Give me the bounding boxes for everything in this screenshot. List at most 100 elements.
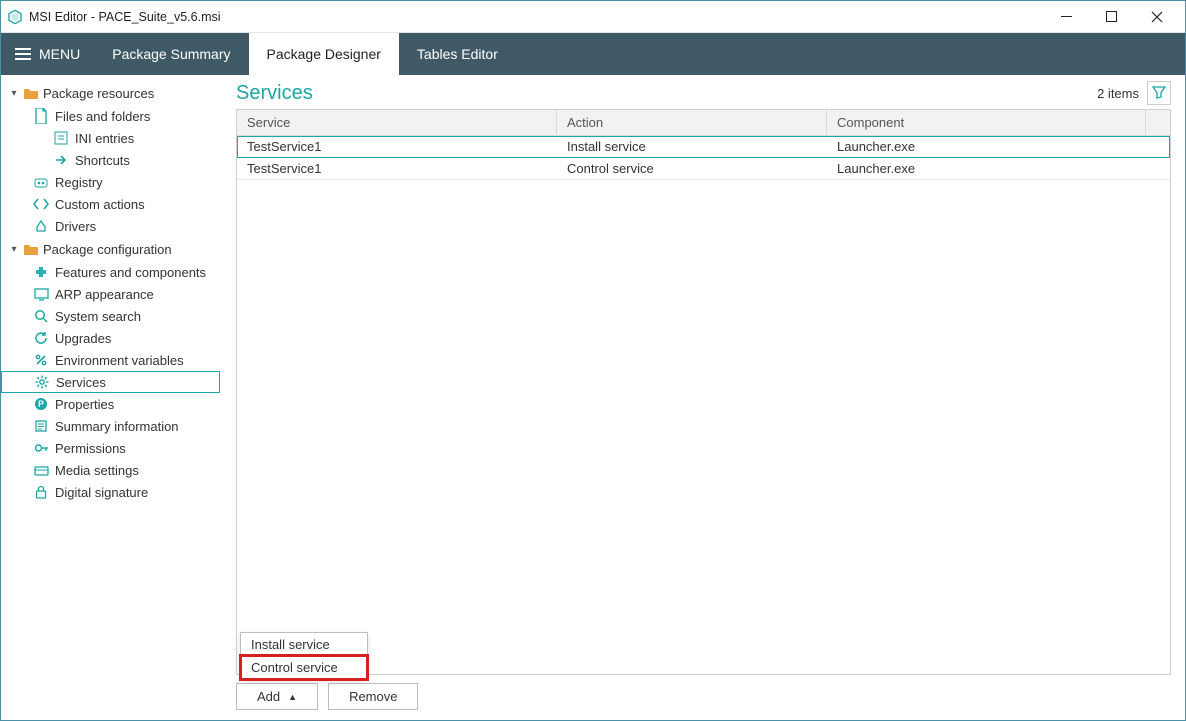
code-icon [33,196,49,212]
cell-service: TestService1 [237,158,557,179]
menu-label: MENU [39,46,80,62]
minimize-button[interactable] [1044,2,1089,32]
filter-icon [1152,85,1166,102]
sidebar-item-label: Digital signature [55,485,148,500]
menu-item-control-service[interactable]: Control service [241,656,367,679]
sidebar-item-label: Properties [55,397,114,412]
add-popup-menu: Install service Control service [240,632,368,680]
remove-button-label: Remove [349,689,397,704]
sidebar-section-header[interactable]: ▾ Package resources [1,81,226,105]
search-icon [33,308,49,324]
percent-icon [33,352,49,368]
tab-package-summary[interactable]: Package Summary [94,33,248,75]
sidebar-item-permissions[interactable]: Permissions [1,437,226,459]
grid-body[interactable]: TestService1 Install service Launcher.ex… [237,136,1170,674]
sidebar-item-media[interactable]: Media settings [1,459,226,481]
hamburger-icon [15,46,31,62]
filter-button[interactable] [1147,81,1171,105]
cell-service: TestService1 [237,136,557,157]
sidebar-item-label: Custom actions [55,197,145,212]
services-grid: Service Action Component TestService1 In… [236,109,1171,675]
add-button[interactable]: Add ▲ [236,683,318,710]
menu-item-install-service[interactable]: Install service [241,633,367,656]
chevron-down-icon: ▾ [9,88,19,99]
sidebar-item-env-vars[interactable]: Environment variables [1,349,226,371]
folder-icon [23,85,39,101]
sidebar-item-summary[interactable]: Summary information [1,415,226,437]
table-row[interactable]: TestService1 Install service Launcher.ex… [237,136,1170,158]
sidebar-item-label: Shortcuts [75,153,130,168]
gear-icon [34,374,50,390]
shortcut-icon [53,152,69,168]
file-icon [33,108,49,124]
folder-icon [23,241,39,257]
page-title: Services [236,82,313,105]
sidebar-section-label: Package resources [43,86,154,101]
maximize-button[interactable] [1089,2,1134,32]
key-icon [33,440,49,456]
sidebar-item-registry[interactable]: Registry [1,171,226,193]
column-header-action[interactable]: Action [557,110,827,135]
puzzle-icon [33,264,49,280]
main-header: Services 2 items [236,81,1171,105]
main-panel: Services 2 items Service Action Componen… [226,75,1185,720]
lock-icon [33,484,49,500]
close-button[interactable] [1134,2,1179,32]
grid-header: Service Action Component [237,110,1170,136]
titlebar: MSI Editor - PACE_Suite_v5.6.msi [1,1,1185,33]
column-header-component[interactable]: Component [827,110,1146,135]
prop-icon: P [33,396,49,412]
sidebar-item-label: Registry [55,175,103,190]
sidebar-item-features[interactable]: Features and components [1,261,226,283]
sidebar-item-label: INI entries [75,131,134,146]
sidebar-item-drivers[interactable]: Drivers [1,215,226,237]
body: ▾ Package resources Files and folders IN… [1,75,1185,720]
driver-icon [33,218,49,234]
cell-component: Launcher.exe [827,158,1146,179]
sidebar-item-arp[interactable]: ARP appearance [1,283,226,305]
sidebar-item-label: ARP appearance [55,287,154,302]
svg-text:P: P [38,399,44,409]
sidebar-item-services[interactable]: Services [1,371,220,393]
column-header-service[interactable]: Service [237,110,557,135]
sidebar-item-label: Services [56,375,106,390]
sidebar-item-files[interactable]: Files and folders [1,105,226,127]
sidebar-item-shortcuts[interactable]: Shortcuts [1,149,226,171]
sidebar-item-system-search[interactable]: System search [1,305,226,327]
cell-action: Control service [557,158,827,179]
sidebar-item-label: Environment variables [55,353,184,368]
sidebar-item-label: Drivers [55,219,96,234]
sidebar-item-ini[interactable]: INI entries [1,127,226,149]
remove-button[interactable]: Remove [328,683,418,710]
chevron-down-icon: ▾ [9,244,19,255]
sidebar-section-resources: ▾ Package resources Files and folders IN… [1,81,226,237]
cell-action: Install service [557,136,827,157]
table-row[interactable]: TestService1 Control service Launcher.ex… [237,158,1170,180]
sidebar-item-label: Files and folders [55,109,150,124]
sidebar-item-label: Summary information [55,419,179,434]
sidebar-item-properties[interactable]: P Properties [1,393,226,415]
sidebar-item-upgrades[interactable]: Upgrades [1,327,226,349]
summary-icon [33,418,49,434]
media-icon [33,462,49,478]
caret-up-icon: ▲ [288,692,297,702]
sidebar-item-label: Media settings [55,463,139,478]
tab-package-designer[interactable]: Package Designer [249,33,399,75]
window-title: MSI Editor - PACE_Suite_v5.6.msi [29,10,221,24]
bottom-bar: Install service Control service Add ▲ Re… [236,683,1171,710]
sidebar-section-configuration: ▾ Package configuration Features and com… [1,237,226,503]
sidebar-item-custom-actions[interactable]: Custom actions [1,193,226,215]
menubar: MENU Package Summary Package Designer Ta… [1,33,1185,75]
sidebar: ▾ Package resources Files and folders IN… [1,75,226,720]
sidebar-section-label: Package configuration [43,242,172,257]
app-window: MSI Editor - PACE_Suite_v5.6.msi MENU Pa… [0,0,1186,721]
add-button-label: Add [257,689,280,704]
cell-component: Launcher.exe [827,136,1146,157]
sidebar-item-label: System search [55,309,141,324]
main-menu-button[interactable]: MENU [1,33,94,75]
sidebar-section-header[interactable]: ▾ Package configuration [1,237,226,261]
sidebar-item-signature[interactable]: Digital signature [1,481,226,503]
sidebar-item-label: Permissions [55,441,126,456]
tab-tables-editor[interactable]: Tables Editor [399,33,516,75]
sidebar-item-label: Upgrades [55,331,111,346]
